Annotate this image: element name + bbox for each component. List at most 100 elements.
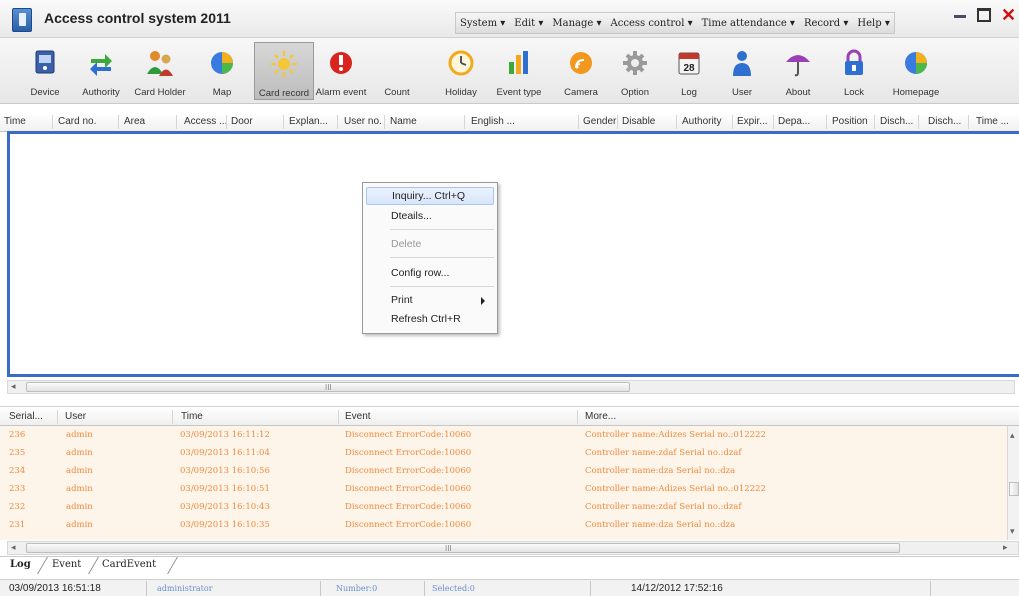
column-header[interactable]: Event <box>345 411 371 422</box>
column-header[interactable]: Serial... <box>9 411 43 422</box>
column-header[interactable]: More... <box>585 411 616 422</box>
column-header[interactable]: User <box>65 411 86 422</box>
tab-log[interactable]: Log <box>10 559 31 570</box>
toolbar-user-button[interactable]: User <box>722 42 762 100</box>
toolbar-event-type-button[interactable]: Event type <box>493 42 545 100</box>
menu-item-refresh[interactable]: Refresh Ctrl+R <box>391 313 461 325</box>
column-header[interactable]: Expir... <box>737 116 768 127</box>
log-horizontal-scrollbar[interactable]: ◂ III ▸ <box>7 541 1019 555</box>
scroll-down-icon[interactable]: ▾ <box>1010 526 1015 537</box>
menu-item-inquiry[interactable]: Inquiry... Ctrl+Q <box>366 187 494 205</box>
scroll-left-icon[interactable]: ◂ <box>11 542 16 553</box>
column-header[interactable]: Authority <box>682 116 721 127</box>
column-header[interactable]: Name <box>390 116 417 127</box>
column-header[interactable]: Disable <box>622 116 655 127</box>
tab-event[interactable]: Event <box>52 559 81 570</box>
device-icon <box>30 48 60 78</box>
column-header[interactable]: Explan... <box>289 116 328 127</box>
column-header[interactable]: Position <box>832 116 868 127</box>
scroll-right-icon[interactable]: ▸ <box>1003 542 1008 553</box>
column-header[interactable]: Disch... <box>880 116 913 127</box>
toolbar-camera-button[interactable]: Camera <box>560 42 602 100</box>
record-grid-header: Time Card no. Area Access ... Door Expla… <box>0 113 1019 132</box>
main-menu: System ▾ Edit ▾ Manage ▾ Access control … <box>455 12 895 34</box>
log-row[interactable]: 234 admin 03/09/2013 16:10:56 Disconnect… <box>0 462 1007 480</box>
toolbar-about-button[interactable]: About <box>776 42 820 100</box>
menu-item-details[interactable]: Dteails... <box>391 210 432 222</box>
svg-text:28: 28 <box>683 63 695 74</box>
menu-access-control[interactable]: Access control ▾ <box>611 18 693 29</box>
status-bar: 03/09/2013 16:51:18 administrator Number… <box>0 579 1019 596</box>
toolbar-device-button[interactable]: Device <box>22 42 68 100</box>
status-clock: 14/12/2012 17:52:16 <box>631 583 723 594</box>
menu-help[interactable]: Help ▾ <box>857 18 889 29</box>
menu-separator <box>390 229 494 230</box>
maximize-button[interactable] <box>977 8 991 22</box>
column-header[interactable]: Depa... <box>778 116 810 127</box>
status-datetime: 03/09/2013 16:51:18 <box>9 583 101 594</box>
status-user: administrator <box>157 584 213 593</box>
column-header[interactable]: Card no. <box>58 116 96 127</box>
column-header[interactable]: English ... <box>471 116 515 127</box>
card-holder-icon <box>145 48 175 78</box>
log-vertical-scrollbar[interactable]: ▴ ▾ <box>1007 426 1019 540</box>
toolbar-count-button[interactable]: Count <box>378 42 416 100</box>
status-number: Number:0 <box>336 584 378 593</box>
scrollbar-thumb[interactable] <box>1009 482 1019 496</box>
scrollbar-thumb[interactable]: III <box>26 382 630 392</box>
menu-time-attendance[interactable]: Time attendance ▾ <box>702 18 795 29</box>
log-grid-header: Serial... User Time Event More... <box>0 406 1019 426</box>
column-header[interactable]: Time <box>181 411 203 422</box>
card-record-grid[interactable] <box>7 131 1019 377</box>
tab-card-event[interactable]: CardEvent <box>102 559 156 570</box>
map-icon <box>207 48 237 78</box>
column-header[interactable]: Disch... <box>928 116 961 127</box>
gear-icon <box>620 48 650 78</box>
menu-item-config-row[interactable]: Config row... <box>391 267 449 279</box>
toolbar-card-holder-button[interactable]: Card Holder <box>133 42 187 100</box>
app-window: Access control system 2011 System ▾ Edit… <box>0 0 1019 596</box>
event-type-icon <box>504 48 534 78</box>
column-header[interactable]: Area <box>124 116 145 127</box>
app-door-icon <box>12 8 32 32</box>
column-header[interactable]: Gender <box>583 116 616 127</box>
user-icon <box>727 48 757 78</box>
column-header[interactable]: User no. <box>344 116 382 127</box>
scroll-left-icon[interactable]: ◂ <box>11 381 16 392</box>
holiday-icon <box>446 48 476 78</box>
toolbar-option-button[interactable]: Option <box>614 42 656 100</box>
log-row[interactable]: 236 admin 03/09/2013 16:11:12 Disconnect… <box>0 426 1007 444</box>
grid-horizontal-scrollbar[interactable]: ◂ III <box>7 380 1015 394</box>
menu-system[interactable]: System ▾ <box>460 18 505 29</box>
toolbar-card-record-button[interactable]: Card record <box>254 42 314 100</box>
scrollbar-thumb[interactable]: III <box>26 543 900 553</box>
column-header[interactable]: Access ... <box>184 116 227 127</box>
column-header[interactable]: Time ... <box>976 116 1009 127</box>
log-row[interactable]: 231 admin 03/09/2013 16:10:35 Disconnect… <box>0 516 1007 534</box>
toolbar-lock-button[interactable]: Lock <box>834 42 874 100</box>
menu-edit[interactable]: Edit ▾ <box>514 18 543 29</box>
toolbar-homepage-button[interactable]: Homepage <box>888 42 944 100</box>
toolbar-holiday-button[interactable]: Holiday <box>442 42 480 100</box>
toolbar-authority-button[interactable]: Authority <box>77 42 125 100</box>
title-bar: Access control system 2011 System ▾ Edit… <box>0 0 1019 38</box>
log-row[interactable]: 232 admin 03/09/2013 16:10:43 Disconnect… <box>0 498 1007 516</box>
lock-icon <box>839 48 869 78</box>
menu-manage[interactable]: Manage ▾ <box>552 18 601 29</box>
status-selected: Selected:0 <box>432 584 475 593</box>
main-toolbar: Device Authority Card Holder Map Card re… <box>0 38 1019 104</box>
log-row[interactable]: 235 admin 03/09/2013 16:11:04 Disconnect… <box>0 444 1007 462</box>
menu-item-print[interactable]: Print <box>391 294 413 306</box>
scroll-up-icon[interactable]: ▴ <box>1010 430 1015 441</box>
minimize-button[interactable] <box>953 8 967 22</box>
authority-icon <box>86 48 116 78</box>
close-button[interactable]: ✕ <box>1001 6 1016 24</box>
toolbar-alarm-event-button[interactable]: Alarm event <box>316 42 366 100</box>
toolbar-map-button[interactable]: Map <box>200 42 244 100</box>
menu-record[interactable]: Record ▾ <box>804 18 848 29</box>
column-header[interactable]: Time <box>4 116 26 127</box>
column-header[interactable]: Door <box>231 116 253 127</box>
log-row[interactable]: 233 admin 03/09/2013 16:10:51 Disconnect… <box>0 480 1007 498</box>
menu-item-delete[interactable]: Delete <box>391 238 421 250</box>
toolbar-log-button[interactable]: 28 Log <box>668 42 710 100</box>
